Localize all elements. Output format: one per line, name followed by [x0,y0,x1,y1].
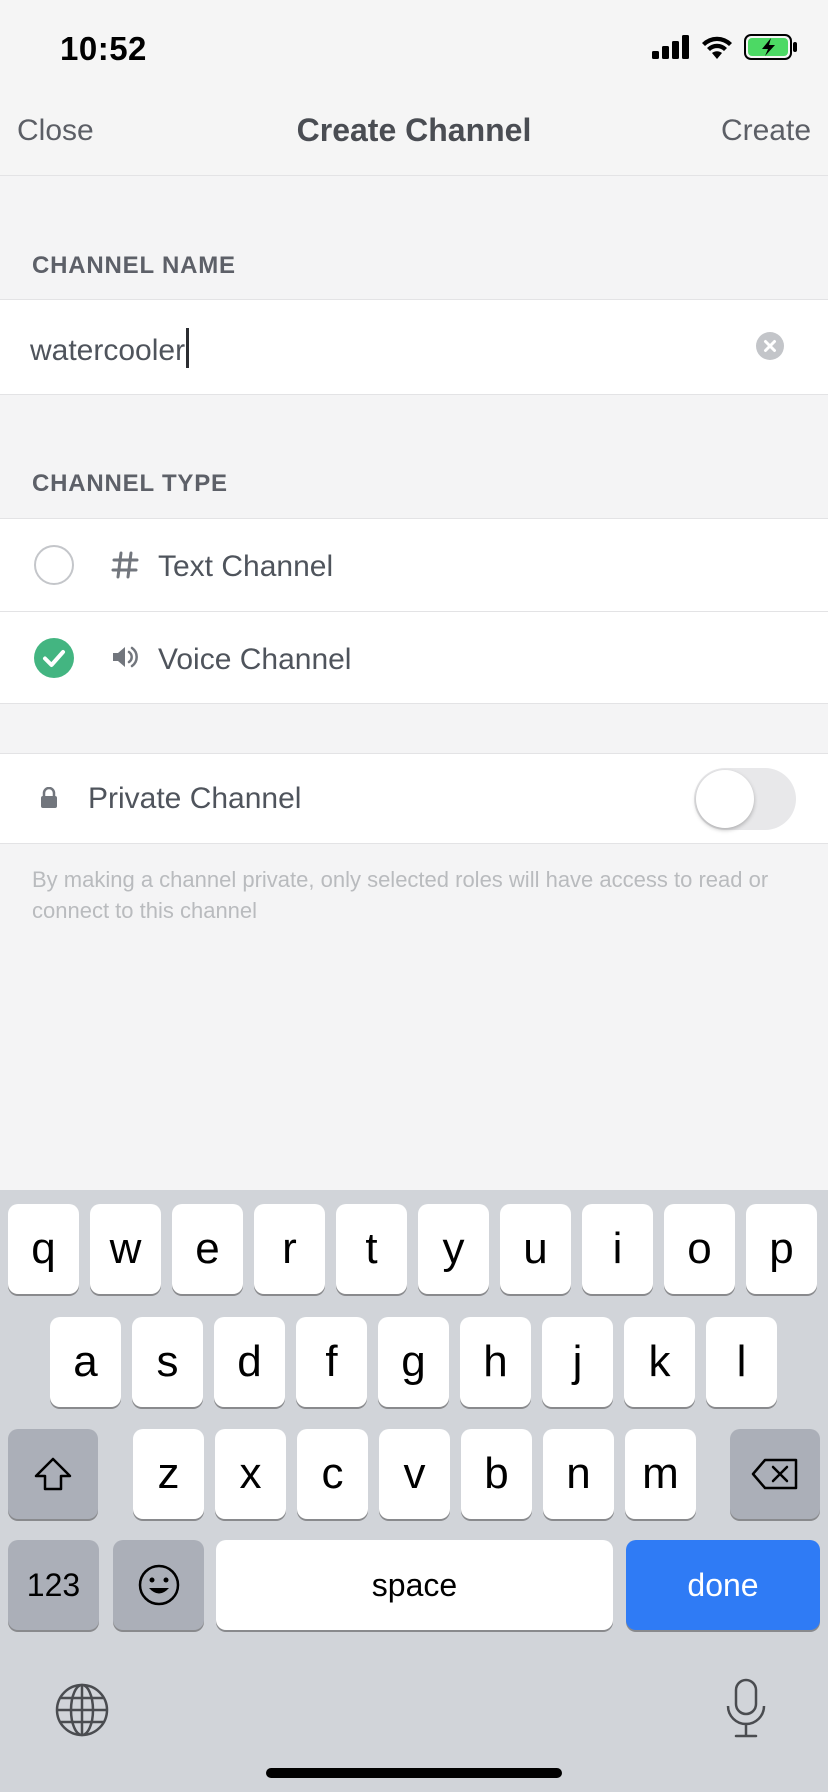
lock-icon [41,787,57,808]
channel-name-input[interactable]: watercooler [30,328,190,368]
private-channel-toggle[interactable] [694,768,796,830]
key-f[interactable]: f [296,1317,367,1407]
space-key[interactable]: space [216,1540,613,1630]
key-v[interactable]: v [379,1429,450,1519]
key-y[interactable]: y [418,1204,489,1294]
backspace-key[interactable] [730,1429,820,1519]
private-channel-row: Private Channel [0,753,828,844]
shift-arrow-icon [34,1457,72,1491]
navigation-bar: Close Create Channel Create [0,96,828,176]
key-w[interactable]: w [90,1204,161,1294]
cellular-signal-icon [652,35,689,59]
key-b[interactable]: b [461,1429,532,1519]
done-key[interactable]: done [626,1540,820,1630]
numbers-key[interactable]: 123 [8,1540,99,1630]
private-channel-label: Private Channel [88,782,302,815]
backspace-icon [751,1458,798,1490]
key-g[interactable]: g [378,1317,449,1407]
voice-channel-radio-checked[interactable] [34,638,74,678]
speaker-icon [113,646,138,668]
shift-key[interactable] [8,1429,98,1519]
key-n[interactable]: n [543,1429,614,1519]
microphone-icon[interactable] [724,1678,768,1740]
page-title: Create Channel [296,112,532,148]
checkmark-icon [43,650,65,667]
channel-name-row: watercooler [0,299,828,395]
text-channel-radio[interactable] [34,545,74,585]
key-i[interactable]: i [582,1204,653,1294]
status-bar: 10:52 [0,0,828,96]
text-channel-option[interactable]: Text Channel [0,518,828,611]
key-q[interactable]: q [8,1204,79,1294]
channel-name-value: watercooler [30,334,186,367]
text-channel-label: Text Channel [158,550,334,583]
key-c[interactable]: c [297,1429,368,1519]
keyboard: qwertyuiop asdfghjkl zxcvbnm 123 space d… [0,1190,828,1792]
key-e[interactable]: e [172,1204,243,1294]
hash-icon [111,551,139,579]
battery-charging-icon [744,34,797,60]
clear-text-button[interactable] [756,332,784,360]
home-indicator [266,1768,562,1778]
key-o[interactable]: o [664,1204,735,1294]
voice-channel-option[interactable]: Voice Channel [0,612,828,704]
text-caret [186,328,190,368]
key-d[interactable]: d [214,1317,285,1407]
key-z[interactable]: z [133,1429,204,1519]
emoji-icon [138,1564,179,1606]
toggle-knob [696,770,754,828]
key-t[interactable]: t [336,1204,407,1294]
key-s[interactable]: s [132,1317,203,1407]
key-r[interactable]: r [254,1204,325,1294]
status-icons [652,34,798,60]
clear-x-icon [764,340,776,352]
create-button[interactable]: Create [721,114,811,148]
key-j[interactable]: j [542,1317,613,1407]
status-time: 10:52 [60,30,147,67]
key-k[interactable]: k [624,1317,695,1407]
wifi-icon [702,36,732,59]
key-x[interactable]: x [215,1429,286,1519]
voice-channel-label: Voice Channel [158,643,352,676]
key-u[interactable]: u [500,1204,571,1294]
channel-name-label: CHANNEL NAME [32,252,236,279]
emoji-key[interactable] [113,1540,204,1630]
private-channel-helper-text: By making a channel private, only select… [32,867,769,923]
key-m[interactable]: m [625,1429,696,1519]
key-a[interactable]: a [50,1317,121,1407]
key-p[interactable]: p [746,1204,817,1294]
globe-icon[interactable] [54,1682,110,1738]
key-h[interactable]: h [460,1317,531,1407]
key-l[interactable]: l [706,1317,777,1407]
channel-type-label: CHANNEL TYPE [32,470,228,497]
